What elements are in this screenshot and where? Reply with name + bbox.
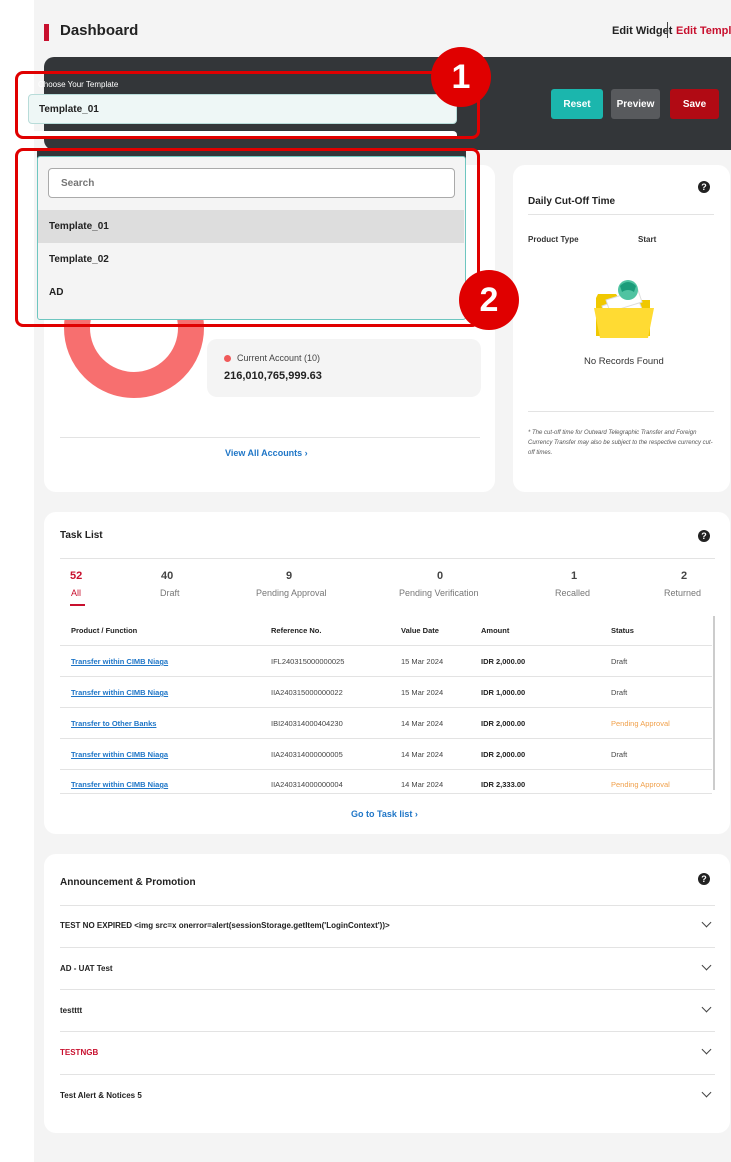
table-scrollbar[interactable]: [713, 616, 715, 790]
row-date: 14 Mar 2024: [401, 750, 444, 759]
row-divider: [60, 793, 712, 794]
edit-widget-link[interactable]: Edit Widget: [612, 25, 672, 37]
row-status: Pending Approval: [611, 719, 670, 728]
announcement-item[interactable]: AD - UAT Test: [60, 964, 113, 973]
announcement-item[interactable]: TEST NO EXPIRED <img src=x onerror=alert…: [60, 921, 390, 930]
annotation-box-1: [15, 71, 480, 139]
cutoff-note-divider: [528, 411, 714, 412]
announcement-title: Announcement & Promotion: [60, 877, 196, 888]
row-product-link[interactable]: Transfer to Other Banks: [71, 719, 156, 728]
row-divider: [60, 645, 712, 646]
row-amount: IDR 2,000.00: [481, 657, 526, 666]
task-divider: [60, 558, 715, 559]
help-icon[interactable]: ?: [698, 530, 710, 542]
announcement-item[interactable]: TESTNGB: [60, 1048, 98, 1057]
row-date: 15 Mar 2024: [401, 688, 444, 697]
announcement-item[interactable]: testttt: [60, 1006, 82, 1015]
no-records-text: No Records Found: [584, 356, 664, 367]
empty-folder-icon: [594, 280, 654, 338]
announcement-divider: [60, 989, 715, 990]
preview-button[interactable]: Preview: [611, 89, 660, 119]
tab-all-count[interactable]: 52: [70, 570, 82, 582]
announcement-divider: [60, 1031, 715, 1032]
row-divider: [60, 707, 712, 708]
help-icon[interactable]: ?: [698, 873, 710, 885]
tab-draft-label[interactable]: Draft: [160, 588, 180, 598]
announcement-divider: [60, 905, 715, 906]
row-reference: IIA240315000000022: [271, 688, 343, 697]
annotation-box-2: [15, 148, 480, 327]
tab-pending-approval-count[interactable]: 9: [286, 570, 292, 582]
current-account-amount: 216,010,765,999.63: [224, 370, 322, 382]
task-list-title: Task List: [60, 530, 103, 541]
announcement-item[interactable]: Test Alert & Notices 5: [60, 1091, 142, 1100]
row-divider: [60, 769, 712, 770]
row-product-link[interactable]: Transfer within CIMB Niaga: [71, 657, 168, 666]
cutoff-divider: [528, 214, 714, 215]
row-status: Draft: [611, 657, 628, 666]
current-account-summary: [207, 339, 481, 397]
row-reference: IIA240314000000004: [271, 780, 343, 789]
row-reference: IBI240314000404230: [271, 719, 343, 728]
annotation-badge-1: 1: [431, 47, 491, 107]
cutoff-note: * The cut-off time for Outward Telegraph…: [528, 430, 713, 456]
tab-draft-count[interactable]: 40: [161, 570, 173, 582]
tab-pending-verification-label[interactable]: Pending Verification: [399, 588, 479, 598]
row-status: Pending Approval: [611, 780, 670, 789]
row-date: 15 Mar 2024: [401, 657, 444, 666]
reset-button[interactable]: Reset: [551, 89, 603, 119]
edit-template-link[interactable]: Edit Template: [676, 25, 731, 37]
row-date: 14 Mar 2024: [401, 780, 444, 789]
row-reference: IFL240315000000025: [271, 657, 345, 666]
tab-pending-approval-label[interactable]: Pending Approval: [256, 588, 327, 598]
row-amount: IDR 2,000.00: [481, 750, 526, 759]
announcement-divider: [60, 947, 715, 948]
go-to-task-list-link[interactable]: Go to Task list ›: [351, 809, 418, 819]
row-divider: [60, 676, 712, 677]
col-reference: Reference No.: [271, 626, 322, 635]
row-status: Draft: [611, 688, 628, 697]
col-status: Status: [611, 626, 634, 635]
col-amount: Amount: [481, 626, 510, 635]
tab-returned-count[interactable]: 2: [681, 570, 687, 582]
title-accent-bar: [44, 24, 49, 41]
accounts-divider: [60, 437, 480, 438]
row-reference: IIA240314000000005: [271, 750, 343, 759]
active-tab-indicator: [70, 604, 85, 606]
announcement-card: [44, 854, 730, 1133]
row-divider: [60, 738, 712, 739]
cutoff-col-product: Product Type: [528, 235, 579, 244]
tab-recalled-label[interactable]: Recalled: [555, 588, 590, 598]
col-product: Product / Function: [71, 626, 138, 635]
col-value-date: Value Date: [401, 626, 439, 635]
row-product-link[interactable]: Transfer within CIMB Niaga: [71, 688, 168, 697]
help-icon[interactable]: ?: [698, 181, 710, 193]
tab-pending-verification-count[interactable]: 0: [437, 570, 443, 582]
page-title: Dashboard: [60, 22, 139, 39]
current-account-label: Current Account (10): [237, 353, 321, 363]
row-amount: IDR 2,000.00: [481, 719, 526, 728]
row-amount: IDR 1,000.00: [481, 688, 526, 697]
tab-returned-label[interactable]: Returned: [664, 588, 701, 598]
row-date: 14 Mar 2024: [401, 719, 444, 728]
row-product-link[interactable]: Transfer within CIMB Niaga: [71, 780, 168, 789]
tab-all-label[interactable]: All: [71, 588, 81, 598]
row-product-link[interactable]: Transfer within CIMB Niaga: [71, 750, 168, 759]
current-account-legend-dot: [224, 355, 231, 362]
announcement-divider: [60, 1074, 715, 1075]
tab-recalled-count[interactable]: 1: [571, 570, 577, 582]
save-button[interactable]: Save: [670, 89, 719, 119]
row-amount: IDR 2,333.00: [481, 780, 526, 789]
view-all-accounts-link[interactable]: View All Accounts ›: [225, 448, 308, 458]
cutoff-col-start: Start: [638, 235, 657, 244]
header-divider: [667, 22, 668, 38]
annotation-badge-2: 2: [459, 270, 519, 330]
cutoff-title: Daily Cut-Off Time: [528, 196, 616, 207]
row-status: Draft: [611, 750, 628, 759]
